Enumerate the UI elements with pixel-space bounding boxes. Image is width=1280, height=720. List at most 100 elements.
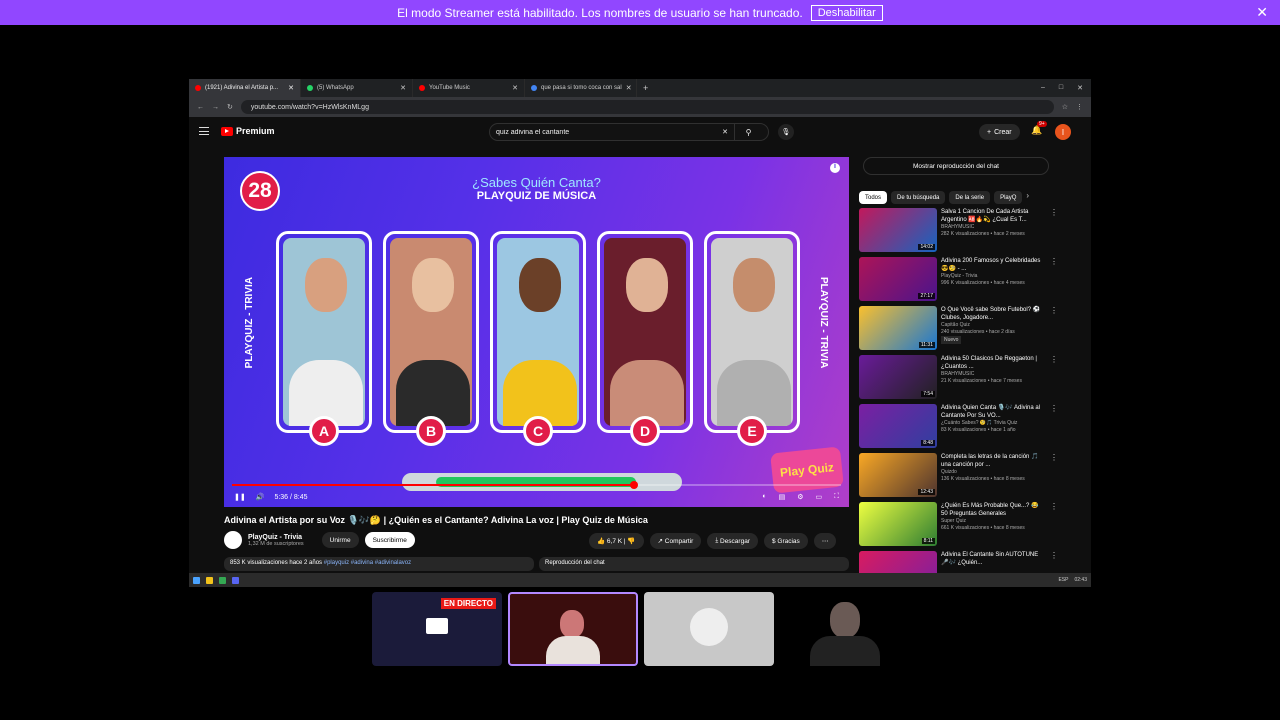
scrubber-handle[interactable] xyxy=(629,481,638,489)
recommendation-item[interactable]: 11:31 O Que Você sabe Sobre Futebol? ⚽ C… xyxy=(859,306,1081,354)
close-tab-icon[interactable]: ✕ xyxy=(626,84,632,92)
browser-menu-icon[interactable]: ⋮ xyxy=(1076,103,1083,111)
file-explorer-icon[interactable] xyxy=(206,576,213,584)
chip-all[interactable]: Todos xyxy=(859,191,888,204)
recommendation-item[interactable]: 8:11 ¿Quién Es Más Probable Que...? 😂 50… xyxy=(859,502,1081,550)
create-button[interactable]: + Crear xyxy=(979,124,1020,140)
avatar[interactable]: I xyxy=(1055,124,1071,140)
info-icon[interactable]: i xyxy=(830,163,840,173)
recommendation-item[interactable]: 12:43 Completa las letras de la canción … xyxy=(859,453,1081,501)
progress-bar[interactable] xyxy=(232,481,841,489)
start-icon[interactable] xyxy=(193,576,200,584)
chat-replay-panel[interactable]: Reproducción del chat xyxy=(539,557,849,571)
recommendation-title[interactable]: O Que Você sabe Sobre Futebol? ⚽ Clubes,… xyxy=(941,306,1046,322)
minimize-icon[interactable]: – xyxy=(1041,84,1045,92)
browser-tab[interactable]: YouTube Music ✕ xyxy=(413,79,525,97)
close-tab-icon[interactable]: ✕ xyxy=(512,84,518,92)
chrome-icon[interactable] xyxy=(219,576,226,584)
back-icon[interactable]: ← xyxy=(197,104,204,111)
hamburger-menu-icon[interactable] xyxy=(199,127,209,135)
language-indicator[interactable]: ESP xyxy=(1058,577,1068,583)
notifications-bell-icon[interactable]: 🔔 9+ xyxy=(1031,121,1047,136)
clear-search-icon[interactable]: ✕ xyxy=(722,128,728,136)
video-thumbnail[interactable]: 8:48 xyxy=(859,404,937,448)
new-tab-icon[interactable]: + xyxy=(637,83,654,93)
browser-tab[interactable]: (5) WhatsApp ✕ xyxy=(301,79,413,97)
subtitles-icon[interactable]: ▤ xyxy=(779,493,786,501)
screenshare-tile[interactable]: EN DIRECTO xyxy=(372,592,502,666)
streamer-cam-tile[interactable] xyxy=(508,592,638,666)
chip-series[interactable]: De la serie xyxy=(949,191,991,204)
close-icon[interactable]: ✕ xyxy=(1256,4,1268,21)
channel-row: PlayQuiz - Trivia 1,32 M de suscriptores… xyxy=(224,531,415,549)
bookmark-star-icon[interactable]: ☆ xyxy=(1062,103,1068,111)
chip-from-search[interactable]: De tu búsqueda xyxy=(891,191,946,204)
browser-tab[interactable]: que pasa si tomo coca con sal ✕ xyxy=(525,79,637,97)
youtube-premium-logo[interactable]: Premium xyxy=(221,126,275,136)
browser-tab[interactable]: (1921) Adivina el Artista p... ✕ xyxy=(189,79,301,97)
tab-label: (5) WhatsApp xyxy=(317,85,354,91)
url-field[interactable]: youtube.com/watch?v=HzWlsKnMLgg xyxy=(240,100,1054,114)
reload-icon[interactable]: ↻ xyxy=(227,103,233,111)
discord-icon[interactable] xyxy=(232,576,239,584)
close-tab-icon[interactable]: ✕ xyxy=(288,84,294,92)
recommendation-item[interactable]: 14:02 Salva 1 Cancion De Cada Artista Ar… xyxy=(859,208,1081,256)
more-actions-icon[interactable]: ⋯ xyxy=(813,533,837,549)
volume-icon[interactable]: 🔊 xyxy=(256,493,265,501)
recommendation-item[interactable]: 27:17 Adivina 200 Famosos y Celebridades… xyxy=(859,257,1081,305)
video-thumbnail[interactable]: 27:17 xyxy=(859,257,937,301)
share-button[interactable]: ↗ Compartir xyxy=(649,533,702,549)
like-button[interactable]: 👍 6,7 K | 👎 xyxy=(589,533,644,549)
recommendation-title[interactable]: Adivina El Cantante Sin AUTOTUNE 🎤🎶 ¿Qui… xyxy=(941,551,1046,567)
video-title: Adivina el Artista por su Voz 🎙️🎶🤔 | ¿Qu… xyxy=(224,515,648,525)
fullscreen-icon[interactable]: ⛶ xyxy=(834,493,839,501)
settings-gear-icon[interactable]: ⚙ xyxy=(797,493,803,501)
more-options-icon[interactable]: ⋮ xyxy=(1050,306,1058,354)
video-thumbnail[interactable]: 11:31 xyxy=(859,306,937,350)
video-thumbnail[interactable]: 12:43 xyxy=(859,453,937,497)
more-options-icon[interactable]: ⋮ xyxy=(1050,502,1058,550)
recommendation-meta: 661 K visualizaciones • hace 8 meses xyxy=(941,525,1025,531)
description-box[interactable]: 853 K visualizaciones hace 2 años #playq… xyxy=(224,557,534,571)
chip-playquiz[interactable]: PlayQ xyxy=(994,191,1023,204)
recommendation-title[interactable]: Adivina 200 Famosos y Celebridades 😎🧐 - … xyxy=(941,257,1046,273)
more-options-icon[interactable]: ⋮ xyxy=(1050,453,1058,501)
close-tab-icon[interactable]: ✕ xyxy=(400,84,406,92)
more-options-icon[interactable]: ⋮ xyxy=(1050,257,1058,305)
more-options-icon[interactable]: ⋮ xyxy=(1050,208,1058,256)
recommendation-title[interactable]: Adivina 50 Clasicos De Reggaeton | ¿Cuan… xyxy=(941,355,1046,371)
show-chat-replay-button[interactable]: Mostrar reproducción del chat xyxy=(863,157,1049,175)
join-button[interactable]: Unirme xyxy=(321,532,359,548)
recommendation-item[interactable]: 8:48 Adivina Quien Canta 🎙️🎶 Adivina al … xyxy=(859,404,1081,452)
recommendation-title[interactable]: ¿Quién Es Más Probable Que...? 😂 50 Preg… xyxy=(941,502,1046,518)
channel-name[interactable]: PlayQuiz - Trivia xyxy=(248,534,304,541)
recommendation-title[interactable]: Adivina Quien Canta 🎙️🎶 Adivina al Canta… xyxy=(941,404,1046,420)
guest-cam-tile[interactable] xyxy=(780,592,910,666)
recommendation-item[interactable]: 7:54 Adivina 50 Clasicos De Reggaeton | … xyxy=(859,355,1081,403)
download-button[interactable]: ⤓ Descargar xyxy=(707,533,758,549)
recommendation-title[interactable]: Salva 1 Cancion De Cada Artista Argentin… xyxy=(941,208,1046,224)
thanks-button[interactable]: $ Gracias xyxy=(763,533,808,549)
chevron-right-icon[interactable]: › xyxy=(1026,191,1029,204)
theater-mode-icon[interactable]: ▭ xyxy=(815,493,822,501)
more-options-icon[interactable]: ⋮ xyxy=(1050,404,1058,452)
subscribe-button[interactable]: Suscribirme xyxy=(364,532,415,548)
search-input[interactable] xyxy=(496,128,723,136)
pause-icon[interactable]: ❚❚ xyxy=(234,493,246,501)
autoplay-toggle[interactable]: ◐ xyxy=(762,493,766,501)
recommendation-title[interactable]: Completa las letras de la canción 🎵 una … xyxy=(941,453,1046,469)
video-thumbnail[interactable]: 14:02 xyxy=(859,208,937,252)
more-options-icon[interactable]: ⋮ xyxy=(1050,355,1058,403)
forward-icon[interactable]: → xyxy=(212,104,219,111)
disable-streamer-button[interactable]: Deshabilitar xyxy=(810,4,883,21)
hashtags[interactable]: #playquiz #adivina #adivinalavoz xyxy=(324,560,411,566)
microphone-icon[interactable]: 🎙 xyxy=(778,124,794,140)
search-icon[interactable]: ⚲ xyxy=(734,124,762,140)
video-thumbnail[interactable]: 7:54 xyxy=(859,355,937,399)
maximize-icon[interactable]: □ xyxy=(1059,84,1063,92)
channel-avatar[interactable] xyxy=(224,531,242,549)
close-window-icon[interactable]: ✕ xyxy=(1077,84,1083,92)
guest-avatar-tile[interactable] xyxy=(644,592,774,666)
video-thumbnail[interactable]: 8:11 xyxy=(859,502,937,546)
video-player[interactable]: 28 i ¿Sabes Quién Canta? PLAYQUIZ DE MÚS… xyxy=(224,157,849,507)
